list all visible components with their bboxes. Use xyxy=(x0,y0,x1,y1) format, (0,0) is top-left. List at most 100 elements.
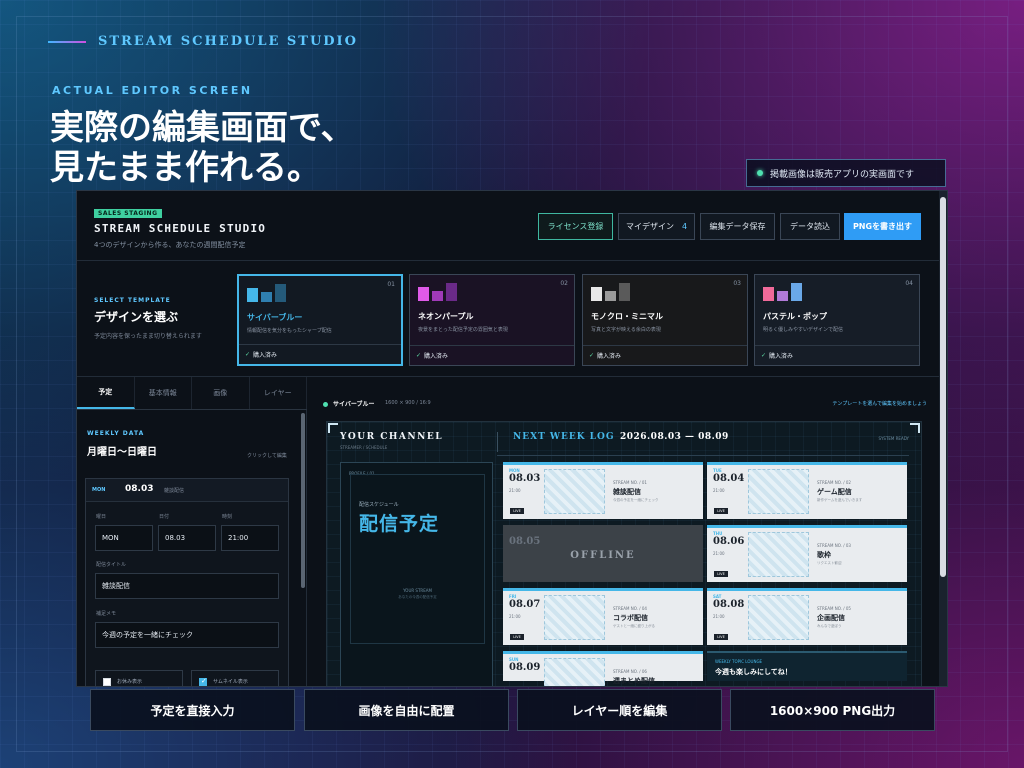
weekday-input[interactable]: MON xyxy=(95,525,153,551)
swatch xyxy=(275,284,286,302)
purchased-text: 購入済み xyxy=(253,352,278,359)
my-design-button[interactable]: マイデザイン 4 xyxy=(618,213,695,240)
thumbnail-checkbox[interactable]: サムネイル表示 xyxy=(191,670,279,686)
schedule-slot-wed[interactable]: 08.05 OFFLINE xyxy=(503,525,703,582)
memo-input[interactable]: 今週の予定を一緒にチェック xyxy=(95,622,279,648)
tab-schedule[interactable]: 予定 xyxy=(77,377,135,409)
slot-date: 08.07 xyxy=(509,599,541,610)
slot-date: 08.04 xyxy=(713,473,745,484)
save-data-button[interactable]: 編集データ保存 xyxy=(700,213,775,240)
slot-title: 歌枠 xyxy=(817,551,831,559)
thumbnail-placeholder xyxy=(544,595,605,640)
date-input[interactable]: 08.03 xyxy=(158,525,216,551)
template-card-pastel-pop[interactable]: 04 パステル・ポップ 明るく優しみやすいデザインで配信 ✓ 購入済み xyxy=(754,274,920,366)
divider xyxy=(497,432,498,452)
template-card-monochrome[interactable]: 03 モノクロ・ミニマル 写真と文字が映える余白の表現 ✓ 購入済み xyxy=(582,274,748,366)
offline-label: OFFLINE xyxy=(570,550,636,561)
canvas-next-week: NEXT WEEK LOG xyxy=(513,432,615,442)
slot-date: 08.03 xyxy=(509,473,541,484)
template-card-cyber-blue[interactable]: 01 サイバーブルー 情報配信を気分をもったシャープ配信 ✓ 購入済み xyxy=(237,274,403,366)
app-title: STREAM SCHEDULE STUDIO xyxy=(94,222,267,235)
template-eyebrow: SELECT TEMPLATE xyxy=(94,297,171,304)
app-subtitle: 4つのデザインから作る、あなたの週間配信予定 xyxy=(94,241,246,249)
slot-title: コラボ配信 xyxy=(613,614,648,622)
day-header[interactable]: MON 08.03 雑談配信 xyxy=(86,479,288,502)
schedule-canvas[interactable]: YOUR CHANNEL STREAMER / SCHEDULE NEXT WE… xyxy=(326,421,922,686)
window-scrollbar[interactable] xyxy=(939,191,947,686)
swatch xyxy=(418,287,429,301)
scrollbar-thumb[interactable] xyxy=(940,197,946,577)
schedule-slot-mon[interactable]: MON 08.03 21:00 LIVE STREAM NO. / 01 雑談配… xyxy=(503,462,703,519)
tab-basic-info[interactable]: 基本情報 xyxy=(135,377,192,409)
time-input[interactable]: 21:00 xyxy=(221,525,279,551)
purchased-label: ✓ 購入済み xyxy=(239,344,401,364)
template-name: パステル・ポップ xyxy=(763,312,827,321)
check-icon: ✓ xyxy=(416,352,422,359)
slot-mark: LIVE xyxy=(714,571,728,577)
tab-layers[interactable]: レイヤー xyxy=(250,377,307,409)
feature-direct-input: 予定を直接入力 xyxy=(90,689,295,731)
swatch xyxy=(605,291,616,301)
status-dot-icon xyxy=(757,170,763,176)
my-design-label: マイデザイン xyxy=(625,222,674,231)
corner-mark xyxy=(910,423,920,433)
license-button[interactable]: ライセンス登録 xyxy=(538,213,613,240)
slot-date: 08.08 xyxy=(713,599,745,610)
schedule-slot-thu[interactable]: THU 08.06 21:00 LIVE STREAM NO. / 03 歌枠 … xyxy=(707,525,907,582)
notice-text: 掲載画像は販売アプリの実画面です xyxy=(770,169,915,180)
slot-desc: みんなで遊ぼう xyxy=(817,624,842,628)
app-window: SALES STAGING STREAM SCHEDULE STUDIO 4つの… xyxy=(76,190,948,687)
slot-desc: 今週の予定を一緒にチェック xyxy=(613,498,659,502)
status-dot-icon xyxy=(323,402,328,407)
weekday-label: 曜日 xyxy=(96,514,107,520)
slot-time: 21:00 xyxy=(713,551,725,556)
swatch xyxy=(619,283,630,301)
section-eyebrow: ACTUAL EDITOR SCREEN xyxy=(52,84,253,97)
template-number: 01 xyxy=(387,281,395,288)
swatch xyxy=(247,288,258,302)
poster-panel[interactable]: PROFILE / 01 配信スケジュール 配信予定 YOUR STREAM あ… xyxy=(340,462,493,686)
feature-layer-order: レイヤー順を編集 xyxy=(517,689,722,731)
template-card-neon-purple[interactable]: 02 ネオンパープル 夜景をまとった配信予定の雰囲気と表現 ✓ 購入済み xyxy=(409,274,575,366)
template-name: モノクロ・ミニマル xyxy=(591,312,663,321)
thumbnail-placeholder xyxy=(748,532,809,577)
slot-title: ゲーム配信 xyxy=(817,488,852,496)
schedule-slot-fri[interactable]: FRI 08.07 21:00 LIVE STREAM NO. / 04 コラボ… xyxy=(503,588,703,645)
thumbnail-placeholder xyxy=(544,469,605,514)
topic-category: WEEKLY TOPIC LOUNGE xyxy=(715,659,763,664)
time-label: 時刻 xyxy=(222,514,233,520)
canvas-date-range: 2026.08.03 — 08.09 xyxy=(620,432,729,442)
purchased-text: 購入済み xyxy=(424,353,449,360)
panel-scrollbar[interactable] xyxy=(301,413,305,588)
check-icon: ✓ xyxy=(245,351,251,358)
swatch xyxy=(432,291,443,301)
swatch xyxy=(791,283,802,301)
topic-title: 今週も楽しみにしてね！ xyxy=(715,668,792,676)
slot-title: 企画配信 xyxy=(817,614,845,622)
tab-images[interactable]: 画像 xyxy=(192,377,250,409)
slot-mark: LIVE xyxy=(510,508,524,514)
weekly-eyebrow: WEEKLY DATA xyxy=(87,430,145,437)
poster-sub: 配信スケジュール xyxy=(359,502,399,508)
slot-desc: 新作ゲームを遊んでいきます xyxy=(817,498,863,502)
thumbnail-placeholder xyxy=(748,469,809,514)
brand-text: STREAM SCHEDULE STUDIO xyxy=(98,34,358,49)
weekly-topic-panel[interactable]: WEEKLY TOPIC LOUNGE 今週も楽しみにしてね！ xyxy=(707,651,907,681)
title-label: 配信タイトル xyxy=(96,562,127,568)
swatch xyxy=(777,291,788,301)
stream-title-input[interactable]: 雑談配信 xyxy=(95,573,279,599)
schedule-slot-sat[interactable]: SAT 08.08 21:00 LIVE STREAM NO. / 05 企画配… xyxy=(707,588,907,645)
schedule-slot-sun[interactable]: SUN 08.09 STREAM NO. / 06 週まとめ配信 xyxy=(503,651,703,686)
export-png-button[interactable]: PNGを書き出す xyxy=(844,213,921,240)
slot-mark: LIVE xyxy=(714,508,728,514)
check-icon: ✓ xyxy=(589,352,595,359)
slot-time: 21:00 xyxy=(509,614,521,619)
day-badge: MON xyxy=(92,487,106,493)
load-data-button[interactable]: データ読込 xyxy=(780,213,840,240)
template-desc: 写真と文字が映える余白の表現 xyxy=(591,327,661,333)
poster-title: 配信予定 xyxy=(359,513,440,535)
day-date: 08.03 xyxy=(125,484,154,494)
poster-frame: 配信スケジュール 配信予定 YOUR STREAM あなたの今週の配信予定 xyxy=(350,474,485,644)
schedule-slot-tue[interactable]: TUE 08.04 21:00 LIVE STREAM NO. / 02 ゲーム… xyxy=(707,462,907,519)
day-off-checkbox[interactable]: お休み表示 xyxy=(95,670,183,686)
